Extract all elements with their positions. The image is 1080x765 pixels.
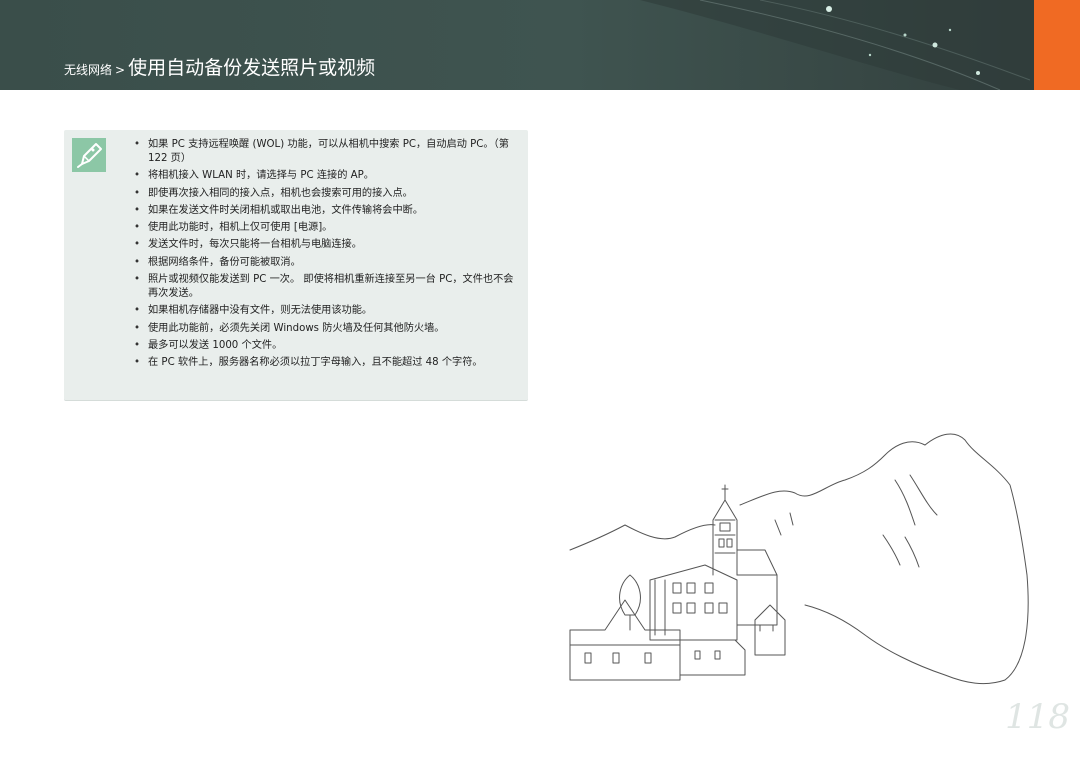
page-header: 无线网络 > 使用自动备份发送照片或视频 bbox=[0, 0, 1034, 90]
note-item: 在 PC 软件上，服务器名称必须以拉丁字母输入，且不能超过 48 个字符。 bbox=[134, 356, 514, 370]
breadcrumb-parent[interactable]: 无线网络 bbox=[64, 63, 112, 77]
note-item: 如果 PC 支持远程唤醒 (WOL) 功能，可以从相机中搜索 PC，自动启动 P… bbox=[134, 138, 514, 166]
page-number: 118 bbox=[1005, 697, 1070, 737]
note-item: 最多可以发送 1000 个文件。 bbox=[134, 339, 514, 353]
village-sketch-illustration bbox=[569, 433, 1029, 685]
note-list: 如果 PC 支持远程唤醒 (WOL) 功能，可以从相机中搜索 PC，自动启动 P… bbox=[134, 138, 514, 374]
page-title: 使用自动备份发送照片或视频 bbox=[128, 57, 376, 79]
note-item: 发送文件时，每次只能将一台相机与电脑连接。 bbox=[134, 238, 514, 252]
note-item: 即使再次接入相同的接入点，相机也会搜索可用的接入点。 bbox=[134, 187, 514, 201]
breadcrumb: 无线网络 > 使用自动备份发送照片或视频 bbox=[64, 53, 375, 80]
breadcrumb-separator: > bbox=[115, 63, 126, 77]
pen-note-icon bbox=[72, 138, 106, 172]
note-item: 照片或视频仅能发送到 PC 一次。 即使将相机重新连接至另一台 PC，文件也不会… bbox=[134, 273, 514, 301]
note-item: 使用此功能时，相机上仅可使用 [电源]。 bbox=[134, 221, 514, 235]
note-item: 如果相机存储器中没有文件，则无法使用该功能。 bbox=[134, 304, 514, 318]
note-item: 将相机接入 WLAN 时，请选择与 PC 连接的 AP。 bbox=[134, 169, 514, 183]
chapter-tab[interactable] bbox=[1034, 0, 1080, 90]
note-item: 根据网络条件，备份可能被取消。 bbox=[134, 256, 514, 270]
note-item: 使用此功能前，必须先关闭 Windows 防火墙及任何其他防火墙。 bbox=[134, 322, 514, 336]
note-box: 如果 PC 支持远程唤醒 (WOL) 功能，可以从相机中搜索 PC，自动启动 P… bbox=[64, 130, 528, 401]
note-item: 如果在发送文件时关闭相机或取出电池，文件传输将会中断。 bbox=[134, 204, 514, 218]
